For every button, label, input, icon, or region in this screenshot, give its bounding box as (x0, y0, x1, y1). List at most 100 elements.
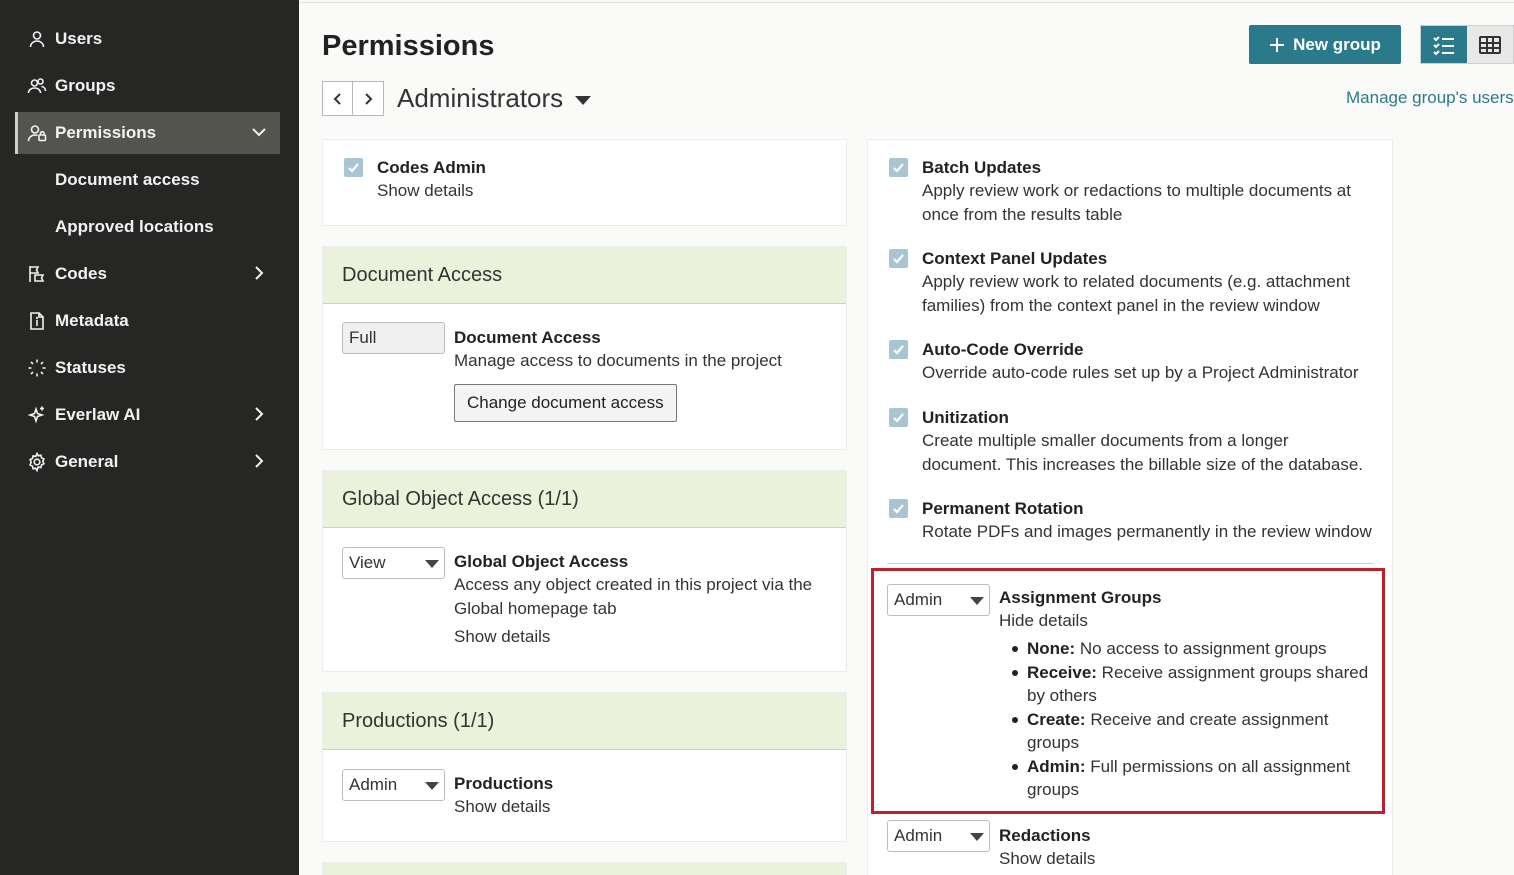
batch-updates-checkbox[interactable] (889, 158, 908, 177)
assignment-groups-permission: Assignment Groups Hide details (999, 586, 1161, 633)
next-group-button[interactable] (353, 81, 384, 116)
permission-description: Apply review work to related documents (… (922, 272, 1351, 291)
group-pager (322, 81, 384, 116)
permission-description: Global homepage tab (454, 599, 617, 618)
permission-title: Redactions (999, 826, 1091, 845)
sidebar-item-general[interactable]: General (15, 441, 280, 483)
change-document-access-button[interactable]: Change document access (454, 384, 677, 422)
plus-icon (1270, 37, 1285, 52)
select-value: Full (349, 328, 377, 347)
auto-code-override-permission: Auto-Code Override Override auto-code ru… (922, 338, 1359, 385)
assignment-groups-select[interactable]: Admin (887, 584, 990, 616)
codes-admin-checkbox[interactable] (344, 158, 363, 177)
manage-users-link[interactable]: Manage group's users (1346, 88, 1514, 108)
permission-description: Override auto-code rules set up by a Pro… (922, 363, 1359, 382)
check-icon (893, 345, 904, 355)
permanent-rotation-permission: Permanent Rotation Rotate PDFs and image… (922, 497, 1372, 544)
sidebar-item-permissions[interactable]: Permissions (15, 112, 280, 154)
global-object-access-permission: Global Object Access Access any object c… (454, 550, 812, 649)
redactions-select[interactable]: Admin (887, 820, 990, 852)
list-item: Receive: Receive assignment groups share… (1009, 661, 1371, 707)
select-value: View (349, 553, 386, 572)
select-value: Admin (349, 775, 398, 794)
page-title: Permissions (322, 30, 495, 62)
next-section-card (322, 862, 847, 875)
level-description: No access to assignment groups (1079, 639, 1327, 658)
sparkle-icon (27, 405, 47, 425)
sidebar-item-metadata[interactable]: Metadata (15, 300, 280, 342)
section-heading: Global Object Access (1/1) (323, 471, 846, 528)
productions-permission: Productions Show details (454, 772, 553, 819)
unitization-checkbox[interactable] (889, 408, 908, 427)
permission-title: Batch Updates (922, 158, 1042, 177)
level-name: Receive: (1027, 663, 1097, 682)
table-grid-icon (1479, 35, 1501, 54)
show-details-link[interactable]: Show details (454, 625, 812, 649)
show-details-link[interactable]: Show details (454, 795, 553, 819)
user-icon (27, 29, 47, 49)
level-description: groups (1027, 733, 1079, 752)
sidebar-item-label: Document access (55, 170, 200, 189)
context-panel-updates-checkbox[interactable] (889, 249, 908, 268)
show-details-link[interactable]: Show details (999, 847, 1095, 871)
level-name: Create: (1027, 710, 1086, 729)
check-icon (893, 504, 904, 514)
list-item: Admin: Full permissions on all assignmen… (1009, 755, 1371, 801)
global-object-access-select[interactable]: View (342, 547, 445, 579)
permanent-rotation-checkbox[interactable] (889, 499, 908, 518)
chevron-left-icon (333, 92, 341, 105)
check-icon (893, 163, 904, 173)
check-icon (348, 163, 359, 173)
section-heading: Document Access (323, 247, 846, 304)
permission-title: Document Access (454, 328, 601, 347)
metadata-icon (27, 311, 47, 331)
caret-down-icon (970, 597, 984, 605)
sidebar-item-document-access[interactable]: Document access (15, 159, 280, 201)
permission-title: Permanent Rotation (922, 499, 1084, 518)
productions-select[interactable]: Admin (342, 769, 445, 801)
caret-down-icon (575, 95, 592, 105)
new-group-button[interactable]: New group (1249, 25, 1401, 64)
show-details-link[interactable]: Show details (377, 179, 486, 203)
permission-title: Codes Admin (377, 158, 486, 177)
group-selector[interactable]: Administrators (397, 83, 592, 114)
document-access-value: Full (342, 322, 445, 354)
section-heading: Productions (1/1) (323, 693, 846, 750)
permission-description: document. This increases the billable si… (922, 455, 1364, 474)
batch-updates-permission: Batch Updates Apply review work or redac… (922, 156, 1351, 227)
grid-view-button[interactable] (1467, 26, 1513, 63)
sidebar-item-users[interactable]: Users (15, 18, 280, 60)
sidebar-item-label: Users (55, 29, 103, 48)
permission-title: Global Object Access (454, 552, 629, 571)
level-name: None: (1027, 639, 1076, 658)
sidebar-item-statuses[interactable]: Statuses (15, 347, 280, 389)
sidebar-item-label: Approved locations (55, 217, 214, 236)
hide-details-link[interactable]: Hide details (999, 609, 1161, 633)
sidebar-item-label: Codes (55, 264, 107, 283)
permission-description: once from the results table (922, 205, 1123, 224)
permission-title: Context Panel Updates (922, 249, 1108, 268)
select-value: Admin (894, 590, 943, 609)
check-icon (893, 254, 904, 264)
sidebar-item-label: General (55, 452, 119, 471)
group-name: Administrators (397, 83, 564, 113)
sidebar-item-everlaw-ai[interactable]: Everlaw AI (15, 394, 280, 436)
sidebar-item-codes[interactable]: Codes (15, 253, 280, 295)
chevron-right-icon (365, 92, 373, 105)
unitization-permission: Unitization Create multiple smaller docu… (922, 406, 1363, 477)
list-view-button[interactable] (1421, 26, 1467, 63)
codes-admin-permission: Codes Admin Show details (377, 156, 486, 203)
level-description: groups (1027, 780, 1079, 799)
level-name: Admin: (1027, 757, 1086, 776)
sidebar-item-approved-locations[interactable]: Approved locations (15, 206, 280, 248)
permission-title: Assignment Groups (999, 588, 1162, 607)
level-description: Receive assignment groups shared (1101, 663, 1369, 682)
permission-description: Manage access to documents in the projec… (454, 351, 782, 370)
productions-card: Productions (1/1) (322, 692, 847, 842)
caret-down-icon (425, 560, 439, 568)
top-divider (299, 2, 1514, 3)
sidebar-item-groups[interactable]: Groups (15, 65, 280, 107)
select-value: Admin (894, 826, 943, 845)
auto-code-override-checkbox[interactable] (889, 340, 908, 359)
previous-group-button[interactable] (322, 81, 353, 116)
